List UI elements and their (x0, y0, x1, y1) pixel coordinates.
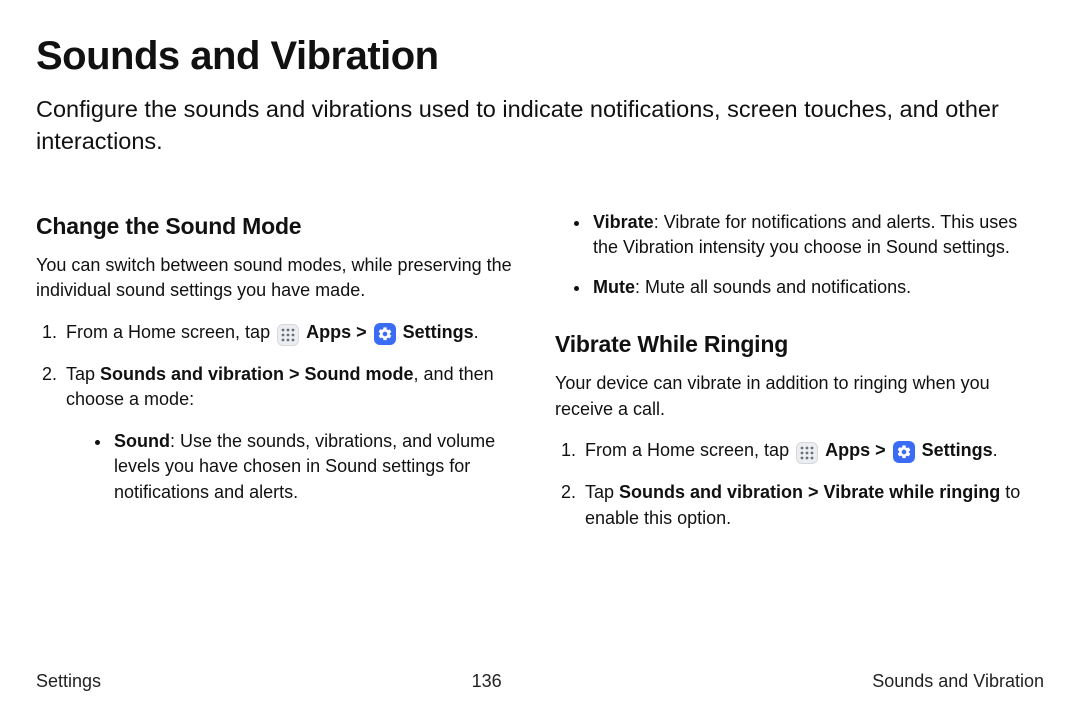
right-column: Vibrate: Vibrate for notifications and a… (555, 210, 1044, 547)
step-2: Tap Sounds and vibration > Sound mode, a… (62, 362, 525, 506)
option-sound-text: : Use the sounds, vibrations, and volume… (114, 431, 495, 502)
option-vibrate-label: Vibrate (593, 212, 654, 232)
option-vibrate: Vibrate: Vibrate for notifications and a… (591, 210, 1044, 261)
option-mute-text: : Mute all sounds and notifications. (635, 277, 911, 297)
option-mute-label: Mute (593, 277, 635, 297)
apps-icon (796, 442, 818, 464)
sound-mode-description: You can switch between sound modes, whil… (36, 253, 525, 304)
vr-step-1: From a Home screen, tap Apps > Settings. (581, 438, 1044, 464)
vr-step-2: Tap Sounds and vibration > Vibrate while… (581, 480, 1044, 531)
apps-label: Apps (306, 322, 351, 342)
vr-step-2-pretext: Tap (585, 482, 619, 502)
step-2-pretext: Tap (66, 364, 100, 384)
page-footer: Settings 136 Sounds and Vibration (36, 671, 1044, 692)
section-heading-sound-mode: Change the Sound Mode (36, 210, 525, 243)
page-title: Sounds and Vibration (36, 34, 1044, 79)
option-sound-label: Sound (114, 431, 170, 451)
vibrate-ringing-description: Your device can vibrate in addition to r… (555, 371, 1044, 422)
option-mute: Mute: Mute all sounds and notifications. (591, 275, 1044, 301)
footer-left: Settings (36, 671, 101, 692)
option-vibrate-text: : Vibrate for notifications and alerts. … (593, 212, 1017, 258)
sound-mode-options: Sound: Use the sounds, vibrations, and v… (66, 429, 525, 506)
path-separator: > (875, 440, 891, 460)
step-2-bold: Sounds and vibration > Sound mode (100, 364, 414, 384)
sound-mode-options-continued: Vibrate: Vibrate for notifications and a… (555, 210, 1044, 301)
footer-right: Sounds and Vibration (872, 671, 1044, 692)
vr-step-1-pretext: From a Home screen, tap (585, 440, 794, 460)
settings-label: Settings (403, 322, 474, 342)
path-separator: > (356, 322, 372, 342)
page-intro: Configure the sounds and vibrations used… (36, 93, 1036, 158)
gear-icon (893, 441, 915, 463)
step-1: From a Home screen, tap Apps > Settings. (62, 320, 525, 346)
settings-label: Settings (922, 440, 993, 460)
option-sound: Sound: Use the sounds, vibrations, and v… (112, 429, 525, 506)
step-1-pretext: From a Home screen, tap (66, 322, 275, 342)
content-columns: Change the Sound Mode You can switch bet… (36, 210, 1044, 547)
vibrate-ringing-steps: From a Home screen, tap Apps > Settings.… (555, 438, 1044, 531)
section-heading-vibrate-ringing: Vibrate While Ringing (555, 328, 1044, 361)
sound-mode-steps: From a Home screen, tap Apps > Settings.… (36, 320, 525, 506)
gear-icon (374, 323, 396, 345)
left-column: Change the Sound Mode You can switch bet… (36, 210, 525, 547)
vr-step-2-bold: Sounds and vibration > Vibrate while rin… (619, 482, 1000, 502)
step-1-period: . (474, 322, 479, 342)
footer-page-number: 136 (472, 671, 502, 692)
apps-icon (277, 324, 299, 346)
apps-label: Apps (825, 440, 870, 460)
vr-step-1-period: . (993, 440, 998, 460)
